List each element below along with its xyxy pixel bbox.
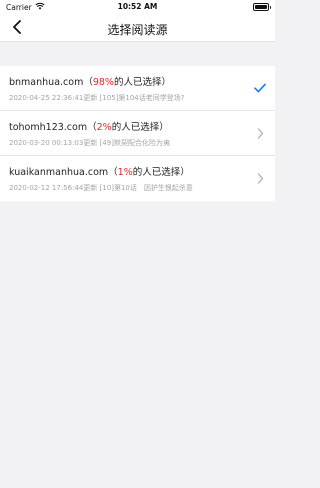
source-open-paren: （ <box>108 167 118 178</box>
source-suffix: 的人已选择） <box>132 167 190 178</box>
source-subtitle: 2020-02-12 17:56:44更新 [10]第10话 因护生恨起杀意 <box>9 184 193 192</box>
source-row-tohomh123[interactable]: tohomh123.com（2%的人已选择） 2020-03-20 00:13:… <box>0 111 275 156</box>
source-percent: 98% <box>92 77 114 88</box>
source-subtitle: 2020-03-20 00:13:03更新 [49]默契配合化险为夷 <box>9 139 170 147</box>
source-open-paren: （ <box>87 122 97 133</box>
chevron-right-icon <box>253 126 267 140</box>
source-list: bnmanhua.com（98%的人已选择） 2020-04-25 22:36:… <box>0 66 275 201</box>
source-domain: tohomh123.com <box>9 122 88 133</box>
page-title: 选择阅读源 <box>107 23 168 37</box>
status-time: 10:52 AM <box>117 2 158 11</box>
source-percent: 1% <box>117 167 133 178</box>
source-suffix: 的人已选择） <box>113 77 171 88</box>
checkmark-icon <box>253 81 267 95</box>
battery-icon <box>253 3 271 11</box>
source-percent: 2% <box>96 122 112 133</box>
chevron-right-icon <box>253 171 267 185</box>
source-row-bnmanhua[interactable]: bnmanhua.com（98%的人已选择） 2020-04-25 22:36:… <box>0 66 275 111</box>
source-open-paren: （ <box>83 77 93 88</box>
nav-bar: 选择阅读源 <box>0 14 275 42</box>
source-title: kuaikanmanhua.com（1%的人已选择） <box>9 164 190 178</box>
status-bar: Carrier 10:52 AM <box>0 0 275 14</box>
source-title: bnmanhua.com（98%的人已选择） <box>9 74 171 88</box>
source-row-kuaikanmanhua[interactable]: kuaikanmanhua.com（1%的人已选择） 2020-02-12 17… <box>0 156 275 201</box>
source-subtitle: 2020-04-25 22:36:41更新 [105]第104话老同学登场? <box>9 94 185 102</box>
source-suffix: 的人已选择） <box>111 122 169 133</box>
source-domain: kuaikanmanhua.com <box>9 167 109 178</box>
source-title: tohomh123.com（2%的人已选择） <box>9 119 169 133</box>
source-domain: bnmanhua.com <box>9 77 84 88</box>
